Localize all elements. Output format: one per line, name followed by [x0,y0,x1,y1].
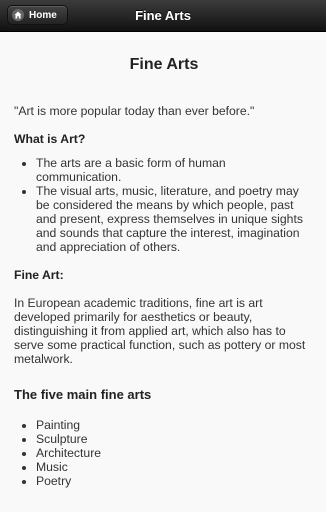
list-item: The visual arts, music, literature, and … [36,184,314,254]
app-header: Home Fine Arts [0,0,326,32]
list-item: Painting [36,418,314,432]
fine-art-paragraph: In European academic traditions, fine ar… [14,296,306,366]
list-item: Music [36,460,314,474]
list-item: Architecture [36,446,314,460]
header-title: Fine Arts [135,8,191,23]
list-item: Poetry [36,474,314,488]
fine-art-heading: Fine Art: [14,268,64,282]
five-main-heading: The five main fine arts [14,387,152,402]
five-main-list: Painting Sculpture Architecture Music Po… [14,418,314,488]
intro-quote: "Art is more popular today than ever bef… [14,104,255,118]
page-title: Fine Arts [129,56,199,73]
what-is-art-heading: What is Art? [14,132,86,146]
page-content: Fine Arts "Art is more popular today tha… [14,48,314,488]
list-item: The arts are a basic form of human commu… [36,156,314,184]
list-item: Sculpture [36,432,314,446]
what-is-art-list: The arts are a basic form of human commu… [14,156,314,254]
